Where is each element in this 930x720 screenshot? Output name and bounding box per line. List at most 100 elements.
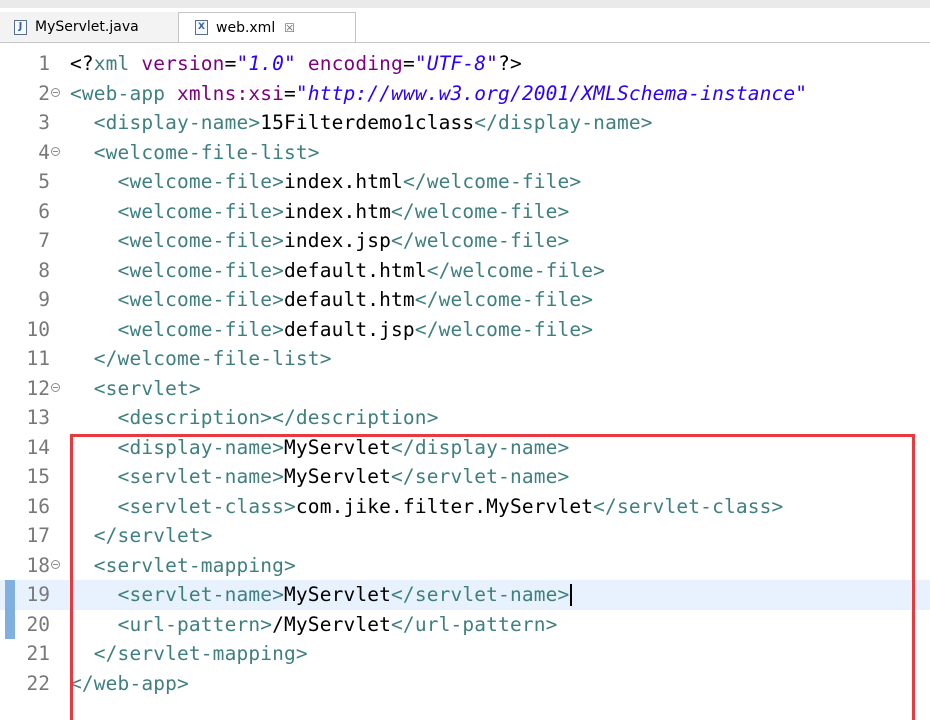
code-line[interactable]: 6 <welcome-file>index.htm</welcome-file>	[0, 197, 930, 227]
code-token: "1.0"	[236, 52, 296, 76]
tab-web-xml[interactable]: web.xml ☒	[178, 12, 356, 42]
code-line[interactable]: 12 <servlet>	[0, 374, 930, 404]
code-token: "UTF-8"	[414, 52, 499, 76]
code-token: <?	[70, 52, 94, 76]
code-line[interactable]: 1 <?xml version="1.0" encoding="UTF-8"?>	[0, 49, 930, 79]
line-number: 14	[26, 435, 50, 459]
code-token: <welcome-file-list>	[93, 140, 320, 164]
line-number: 2	[38, 81, 50, 105]
code-text: <welcome-file>default.html</welcome-file…	[70, 259, 605, 282]
code-token: <display-name>	[117, 435, 285, 459]
xml-source-editor[interactable]: 1 <?xml version="1.0" encoding="UTF-8"?> 2…	[0, 43, 930, 720]
code-token: version	[141, 52, 225, 76]
line-number: 4	[38, 140, 50, 164]
code-token: ?>	[498, 52, 522, 76]
code-line[interactable]: 8 <welcome-file>default.html</welcome-fi…	[0, 256, 930, 286]
code-token: </display-name>	[474, 111, 653, 135]
code-token: default.htm	[284, 288, 415, 312]
code-text: <display-name>15Filterdemo1class</displa…	[70, 111, 653, 134]
code-token: <display-name>	[93, 111, 261, 135]
tab-myservlet-java[interactable]: MyServlet.java	[0, 12, 178, 42]
code-line[interactable]: 16 <servlet-class>com.jike.filter.MyServ…	[0, 492, 930, 522]
code-token: <servlet-name>	[117, 465, 285, 489]
code-token: MyServlet	[284, 583, 392, 607]
code-token: </welcome-file>	[414, 317, 594, 341]
line-number: 18	[26, 553, 50, 577]
code-line[interactable]: 19 <servlet-name>MyServlet</servlet-name…	[0, 580, 930, 610]
code-line[interactable]: 3 <display-name>15Filterdemo1class</disp…	[0, 108, 930, 138]
code-line[interactable]: 5 <welcome-file>index.html</welcome-file…	[0, 167, 930, 197]
code-token: <welcome-file>	[117, 199, 285, 223]
code-line[interactable]: 22 </web-app>	[0, 669, 930, 699]
line-number: 7	[38, 229, 50, 253]
code-line[interactable]: 10 <welcome-file>default.jsp</welcome-fi…	[0, 315, 930, 345]
close-icon[interactable]: ☒	[284, 21, 295, 35]
code-token: <welcome-file>	[117, 229, 285, 253]
code-token: </servlet-mapping>	[93, 642, 308, 666]
code-text: <servlet>	[70, 377, 201, 400]
code-line[interactable]: 13 <description></description>	[0, 403, 930, 433]
code-token: /MyServlet	[272, 612, 392, 636]
code-text: <welcome-file>index.htm</welcome-file>	[70, 199, 570, 223]
text-caret	[570, 584, 572, 606]
line-number: 6	[38, 199, 50, 223]
fold-collapse-icon[interactable]	[51, 87, 60, 97]
line-number: 1	[38, 52, 50, 76]
tab-bar-top-strip	[0, 0, 930, 8]
code-token: index.html	[284, 170, 403, 194]
code-line[interactable]: 15 <servlet-name>MyServlet</servlet-name…	[0, 462, 930, 492]
code-line[interactable]: 18 <servlet-mapping>	[0, 551, 930, 581]
code-line[interactable]: 20 <url-pattern>/MyServlet</url-pattern>	[0, 609, 930, 639]
code-text: <url-pattern>/MyServlet</url-pattern>	[70, 613, 558, 636]
code-line[interactable]: 11 </welcome-file-list>	[0, 344, 930, 374]
code-token: <servlet-name>	[117, 583, 285, 607]
line-number: 5	[38, 170, 50, 194]
line-number: 16	[26, 494, 50, 518]
code-token: <welcome-file>	[117, 258, 285, 282]
code-text: <servlet-class>com.jike.filter.MyServlet…	[70, 494, 784, 518]
code-token: </servlet-name>	[391, 583, 570, 607]
fold-collapse-icon[interactable]	[51, 146, 60, 156]
code-line[interactable]: 9 <welcome-file>default.htm</welcome-fil…	[0, 285, 930, 315]
line-number: 19	[26, 583, 50, 607]
code-line[interactable]: 17 </servlet>	[0, 521, 930, 551]
code-line[interactable]: 14 <display-name>MyServlet</display-name…	[0, 433, 930, 463]
code-token: </welcome-file>	[391, 229, 570, 253]
code-line[interactable]: 21 </servlet-mapping>	[0, 639, 930, 669]
code-token: </servlet-class>	[593, 494, 784, 518]
code-token: MyServlet	[284, 435, 392, 459]
line-number: 13	[26, 406, 50, 430]
code-text: <welcome-file>default.jsp</welcome-file>	[70, 318, 593, 341]
code-token: <web-app	[70, 81, 166, 105]
code-line[interactable]: 2 <web-app xmlns:xsi="http://www.w3.org/2…	[0, 79, 930, 109]
line-number: 3	[38, 111, 50, 135]
code-token: default.html	[284, 258, 427, 282]
line-number: 12	[26, 376, 50, 400]
fold-collapse-icon[interactable]	[51, 559, 60, 569]
line-number: 21	[26, 642, 50, 666]
fold-collapse-icon[interactable]	[51, 382, 60, 392]
code-text: <servlet-mapping>	[70, 554, 296, 577]
code-token: com.jike.filter.MyServlet	[295, 494, 594, 518]
code-line[interactable]: 4 <welcome-file-list>	[0, 138, 930, 168]
code-line[interactable]: 7 <welcome-file>index.jsp</welcome-file>	[0, 226, 930, 256]
code-text: <display-name>MyServlet</display-name>	[70, 435, 570, 459]
code-token: default.jsp	[284, 317, 415, 341]
code-token: </welcome-file>	[426, 258, 606, 282]
code-token: <servlet-class>	[117, 494, 296, 518]
code-text: </web-app>	[70, 672, 189, 695]
code-token: "http://www.w3.org/2001/XMLSchema-instan…	[295, 81, 808, 105]
code-text: <welcome-file>default.htm</welcome-file>	[70, 288, 593, 311]
code-token: MyServlet	[284, 465, 392, 489]
code-token: <welcome-file>	[117, 317, 285, 341]
line-number: 20	[26, 612, 50, 636]
